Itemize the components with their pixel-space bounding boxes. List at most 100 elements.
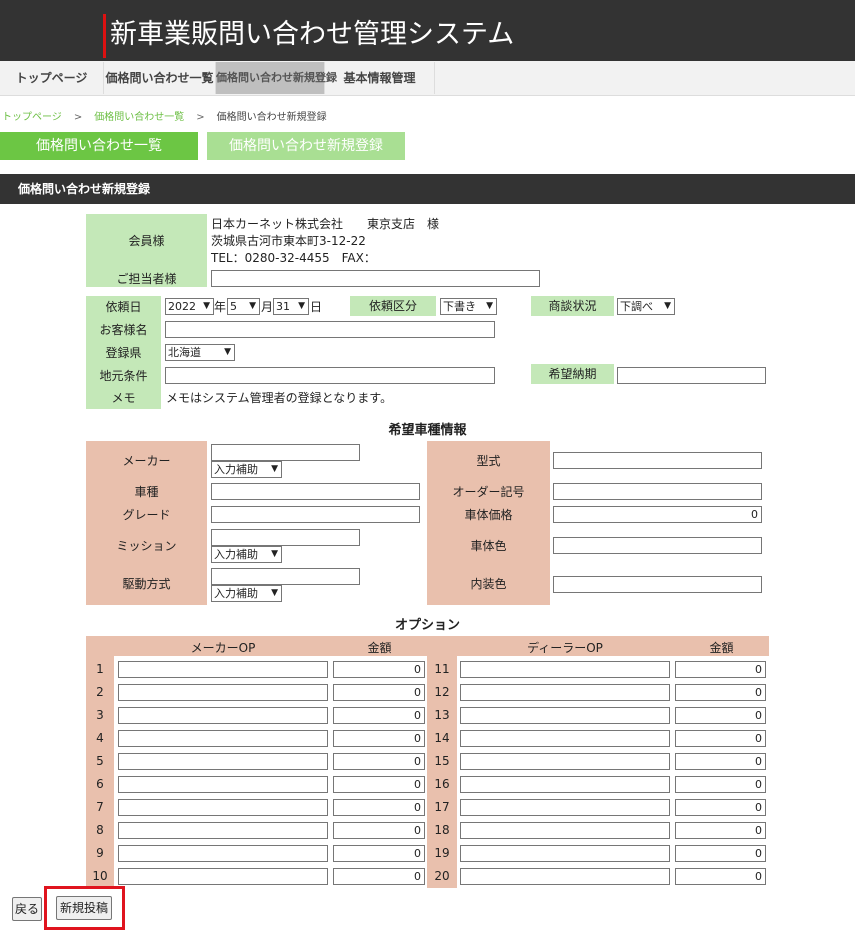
dealer-op-input[interactable]: [460, 753, 670, 770]
dealer-op-input[interactable]: [460, 661, 670, 678]
grade-input[interactable]: [211, 506, 420, 523]
maker-op-input[interactable]: [118, 684, 328, 701]
dealer-op-input[interactable]: [460, 822, 670, 839]
maker-op-input[interactable]: [118, 661, 328, 678]
option-num-left: 6: [96, 777, 104, 791]
delivery-input[interactable]: [617, 367, 766, 384]
dealer-op-amount[interactable]: 0: [675, 730, 766, 747]
dealer-op-input[interactable]: [460, 707, 670, 724]
maker-op-amount[interactable]: 0: [333, 799, 425, 816]
tab-top-page[interactable]: トップページ: [0, 62, 104, 94]
car-input[interactable]: [211, 483, 420, 500]
maker-op-amount[interactable]: 0: [333, 661, 425, 678]
maker-op-input[interactable]: [118, 707, 328, 724]
maker-op-amount[interactable]: 0: [333, 822, 425, 839]
breadcrumb-list[interactable]: 価格問い合わせ一覧: [94, 112, 184, 123]
mission-helper-select[interactable]: 入力補助 ▼: [211, 546, 282, 563]
chevron-down-icon: ▼: [271, 549, 278, 559]
dealer-op-input[interactable]: [460, 868, 670, 885]
order-label: オーダー記号: [452, 485, 525, 499]
maker-op-input[interactable]: [118, 776, 328, 793]
type-value: 下書き: [443, 300, 476, 313]
submit-button[interactable]: 新規投稿: [56, 896, 112, 920]
drive-label: 駆動方式: [122, 577, 171, 591]
inquiry-new-button[interactable]: 価格問い合わせ新規登録: [207, 132, 405, 160]
price-input[interactable]: 0: [553, 506, 762, 523]
app-header: 新車業販問い合わせ管理システム: [0, 0, 855, 61]
dealer-op-input[interactable]: [460, 730, 670, 747]
maker-helper-select[interactable]: 入力補助 ▼: [211, 461, 282, 478]
chevron-down-icon: ▼: [486, 301, 493, 311]
tab-basic-info[interactable]: 基本情報管理: [325, 62, 435, 94]
day-value: 31: [276, 300, 290, 313]
maker-op-input[interactable]: [118, 753, 328, 770]
maker-op-amount[interactable]: 0: [333, 684, 425, 701]
dealer-op-amount[interactable]: 0: [675, 753, 766, 770]
maker-op-amount[interactable]: 0: [333, 730, 425, 747]
dealer-op-amount[interactable]: 0: [675, 661, 766, 678]
maker-op-input[interactable]: [118, 730, 328, 747]
customer-input[interactable]: [165, 321, 495, 338]
interior-input[interactable]: [553, 576, 762, 593]
inquiry-list-button[interactable]: 価格問い合わせ一覧: [0, 132, 198, 160]
pref-label: 登録県: [105, 346, 142, 360]
maker-op-input[interactable]: [118, 822, 328, 839]
dealer-op-header: ディーラーOP: [527, 641, 603, 655]
day-select[interactable]: 31 ▼: [273, 298, 309, 315]
maker-op-amount[interactable]: 0: [333, 868, 425, 885]
status-value: 下調べ: [620, 300, 653, 313]
cond-input[interactable]: [165, 367, 495, 384]
dealer-op-amount[interactable]: 0: [675, 707, 766, 724]
dealer-op-amount[interactable]: 0: [675, 822, 766, 839]
type-select[interactable]: 下書き ▼: [440, 298, 497, 315]
option-num-left: 8: [96, 823, 104, 837]
mission-input[interactable]: [211, 529, 360, 546]
dealer-op-amount[interactable]: 0: [675, 868, 766, 885]
dealer-op-input[interactable]: [460, 776, 670, 793]
drive-input[interactable]: [211, 568, 360, 585]
dealer-op-input[interactable]: [460, 845, 670, 862]
maker-op-input[interactable]: [118, 868, 328, 885]
dealer-op-amount[interactable]: 0: [675, 845, 766, 862]
contact-label: ご担当者様: [116, 272, 177, 286]
month-select[interactable]: 5 ▼: [227, 298, 260, 315]
contact-input[interactable]: [211, 270, 540, 287]
maker-op-amount[interactable]: 0: [333, 845, 425, 862]
dealer-op-amount[interactable]: 0: [675, 799, 766, 816]
car-label: 車種: [134, 485, 159, 499]
dealer-op-input[interactable]: [460, 799, 670, 816]
year-select[interactable]: 2022 ▼: [165, 298, 214, 315]
app-title: 新車業販問い合わせ管理システム: [110, 19, 515, 50]
drive-helper-select[interactable]: 入力補助 ▼: [211, 585, 282, 602]
color-input[interactable]: [553, 537, 762, 554]
back-button[interactable]: 戻る: [12, 897, 42, 921]
order-input[interactable]: [553, 483, 762, 500]
maker-op-input[interactable]: [118, 799, 328, 816]
dealer-op-amount[interactable]: 0: [675, 684, 766, 701]
grade-label: グレード: [122, 508, 171, 522]
year-unit: 年: [214, 300, 227, 314]
option-num-left: 1: [96, 662, 104, 676]
tab-inquiry-new[interactable]: 価格問い合わせ新規登録: [216, 62, 337, 94]
pref-select[interactable]: 北海道 ▼: [165, 344, 235, 361]
status-select[interactable]: 下調べ ▼: [617, 298, 675, 315]
option-num-left: 4: [96, 731, 104, 745]
breadcrumb-top[interactable]: トップページ: [2, 112, 62, 123]
model-input[interactable]: [553, 452, 762, 469]
tab-inquiry-list[interactable]: 価格問い合わせ一覧: [104, 62, 216, 94]
breadcrumb-current: 価格問い合わせ新規登録: [216, 112, 327, 123]
dealer-op-amount[interactable]: 0: [675, 776, 766, 793]
chevron-down-icon: ▼: [298, 301, 305, 311]
maker-op-input[interactable]: [118, 845, 328, 862]
breadcrumb-separator: >: [196, 112, 205, 123]
maker-op-amount[interactable]: 0: [333, 776, 425, 793]
maker-input[interactable]: [211, 444, 360, 461]
option-num-right: 15: [434, 754, 450, 768]
helper-value: 入力補助: [214, 548, 258, 561]
member-tel: TEL：0280-32-4455 FAX：: [211, 251, 376, 265]
option-num-right: 16: [434, 777, 450, 791]
dealer-op-input[interactable]: [460, 684, 670, 701]
section-title: 価格問い合わせ新規登録: [0, 174, 855, 204]
maker-op-amount[interactable]: 0: [333, 753, 425, 770]
maker-op-amount[interactable]: 0: [333, 707, 425, 724]
